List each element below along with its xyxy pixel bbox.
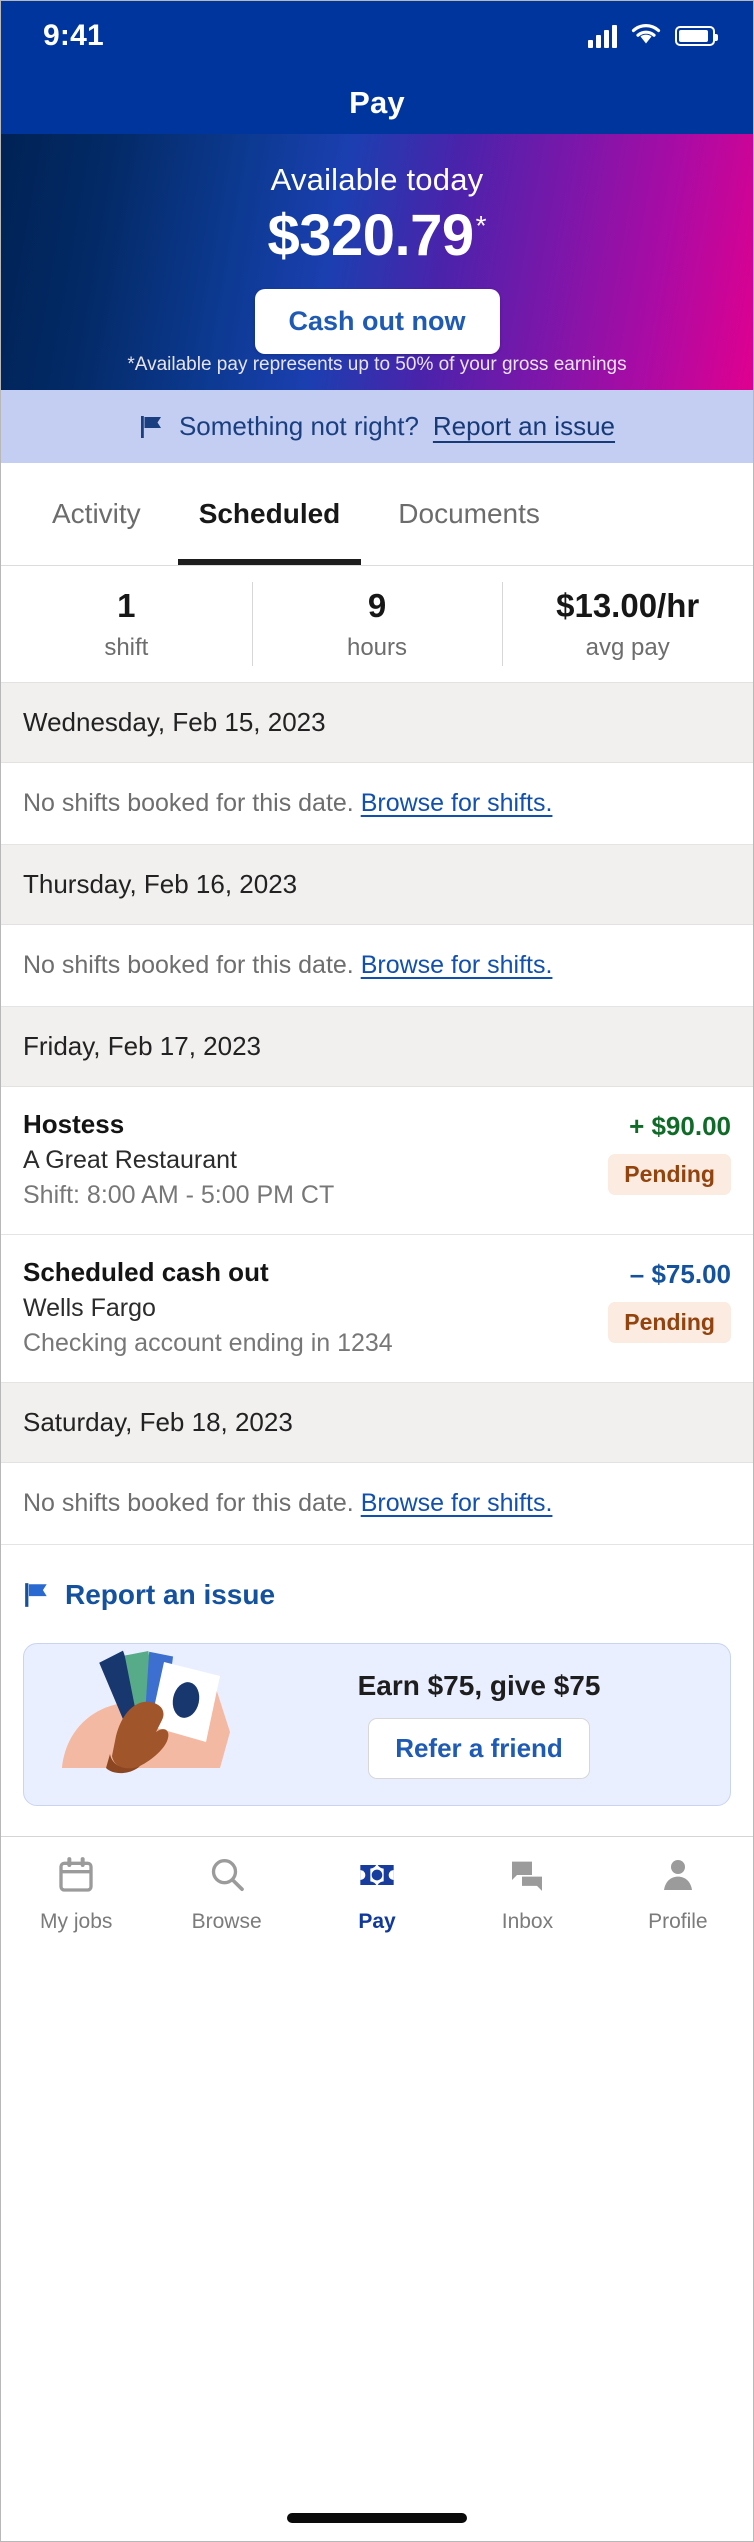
date-header: Wednesday, Feb 15, 2023 [1, 683, 753, 763]
tab-activity[interactable]: Activity [23, 463, 170, 565]
referral-content: Earn $75, give $75 Refer a friend [248, 1670, 710, 1779]
entry-amount-group: – $75.00 Pending [608, 1257, 731, 1358]
stat-avg-pay-value: $13.00/hr [556, 586, 700, 624]
home-indicator [287, 2513, 467, 2523]
app-header: Pay [1, 71, 753, 134]
amount-asterisk: * [475, 210, 487, 241]
report-issue-banner[interactable]: Something not right? Report an issue [1, 390, 753, 463]
search-icon [207, 1855, 247, 1900]
entry-amount: – $75.00 [629, 1259, 731, 1289]
stat-avg-pay-label: avg pay [585, 633, 670, 661]
flag-icon [23, 1581, 51, 1609]
report-issue-section: Report an issue [1, 1545, 753, 1611]
tab-scheduled[interactable]: Scheduled [170, 463, 370, 565]
nav-label-pay: Pay [358, 1910, 396, 1933]
flag-icon [139, 414, 165, 440]
stat-hours: 9 hours [251, 566, 503, 682]
scheduled-summary-stats: 1 shift 9 hours $13.00/hr avg pay [1, 566, 753, 683]
cash-out-now-button[interactable]: Cash out now [254, 288, 500, 354]
empty-day-text: No shifts booked for this date. [23, 1489, 354, 1517]
available-amount-row: $320.79 * [267, 203, 487, 268]
stat-shifts-value: 1 [117, 586, 136, 624]
available-amount: $320.79 [267, 203, 474, 268]
entry-meta: Shift: 8:00 AM - 5:00 PM CT [23, 1181, 335, 1209]
report-an-issue-link[interactable]: Report an issue [433, 411, 615, 442]
entry-details: Hostess A Great Restaurant Shift: 8:00 A… [23, 1109, 334, 1210]
refer-a-friend-button[interactable]: Refer a friend [368, 1718, 590, 1779]
status-badge: Pending [608, 1302, 731, 1343]
date-header: Thursday, Feb 16, 2023 [1, 845, 753, 925]
empty-day-text: No shifts booked for this date. [23, 789, 354, 817]
date-header: Friday, Feb 17, 2023 [1, 1007, 753, 1087]
nav-label-browse: Browse [191, 1910, 262, 1933]
battery-icon [675, 26, 718, 46]
empty-day-row: No shifts booked for this date. Browse f… [1, 1463, 753, 1545]
browse-for-shifts-link[interactable]: Browse for shifts. [361, 789, 553, 817]
stat-hours-value: 9 [367, 586, 387, 624]
nav-label-profile: Profile [648, 1910, 708, 1933]
entry-title: Hostess [23, 1109, 125, 1139]
status-bar: 9:41 [1, 1, 753, 71]
nav-label-inbox: Inbox [501, 1910, 554, 1933]
nav-label-my-jobs: My jobs [40, 1910, 113, 1933]
stat-shifts-label: shift [104, 633, 149, 661]
entry-subtitle: A Great Restaurant [23, 1146, 238, 1174]
entry-details: Scheduled cash out Wells Fargo Checking … [23, 1257, 393, 1358]
chat-bubbles-icon [507, 1855, 547, 1900]
calendar-icon [56, 1855, 96, 1900]
list-item[interactable]: Hostess A Great Restaurant Shift: 8:00 A… [1, 1087, 753, 1235]
stat-shifts: 1 shift [1, 566, 252, 682]
nav-item-profile[interactable]: Profile [603, 1837, 753, 1958]
referral-card: Earn $75, give $75 Refer a friend [23, 1643, 731, 1806]
available-pay-disclaimer: *Available pay represents up to 50% of y… [127, 354, 627, 375]
entry-subtitle: Wells Fargo [23, 1294, 156, 1322]
browse-for-shifts-link[interactable]: Browse for shifts. [361, 1489, 553, 1517]
stat-hours-label: hours [346, 633, 408, 661]
banknote-icon [357, 1855, 397, 1900]
empty-day-row: No shifts booked for this date. Browse f… [1, 925, 753, 1007]
status-time: 9:41 [43, 19, 104, 52]
tab-documents[interactable]: Documents [369, 463, 569, 565]
page-title: Pay [349, 84, 405, 120]
nav-item-my-jobs[interactable]: My jobs [1, 1837, 151, 1958]
referral-section: Earn $75, give $75 Refer a friend [1, 1611, 753, 1836]
person-icon [658, 1855, 698, 1900]
referral-title: Earn $75, give $75 [357, 1670, 601, 1701]
app-screen: 9:41 Pay Available today $320.79 * Cash … [0, 0, 754, 2542]
status-badge: Pending [608, 1154, 731, 1195]
pay-tabs: Activity Scheduled Documents [1, 463, 753, 566]
nav-item-pay[interactable]: Pay [302, 1837, 452, 1958]
report-banner-text: Something not right? [178, 411, 419, 441]
wifi-icon [631, 23, 661, 50]
entry-amount-group: + $90.00 Pending [608, 1109, 731, 1210]
entry-title: Scheduled cash out [23, 1257, 269, 1287]
list-item[interactable]: Scheduled cash out Wells Fargo Checking … [1, 1235, 753, 1383]
status-icons [588, 23, 718, 50]
empty-day-text: No shifts booked for this date. [23, 951, 354, 979]
empty-day-row: No shifts booked for this date. Browse f… [1, 763, 753, 845]
bottom-navigation: My jobs Browse Pay Inbox Profile [1, 1836, 753, 1958]
nav-item-inbox[interactable]: Inbox [452, 1837, 602, 1958]
nav-item-browse[interactable]: Browse [151, 1837, 301, 1958]
cellular-signal-icon [588, 24, 617, 48]
date-header: Saturday, Feb 18, 2023 [1, 1383, 753, 1463]
browse-for-shifts-link[interactable]: Browse for shifts. [361, 951, 553, 979]
entry-amount: + $90.00 [629, 1111, 731, 1141]
hand-holding-cards-illustration [44, 1650, 244, 1800]
stat-avg-pay: $13.00/hr avg pay [502, 566, 753, 682]
report-an-issue-label: Report an issue [65, 1579, 276, 1610]
entry-meta: Checking account ending in 1234 [23, 1329, 393, 1357]
available-today-label: Available today [270, 162, 484, 197]
report-an-issue-button[interactable]: Report an issue [23, 1579, 731, 1611]
available-balance-hero: Available today $320.79 * Cash out now *… [1, 134, 753, 390]
